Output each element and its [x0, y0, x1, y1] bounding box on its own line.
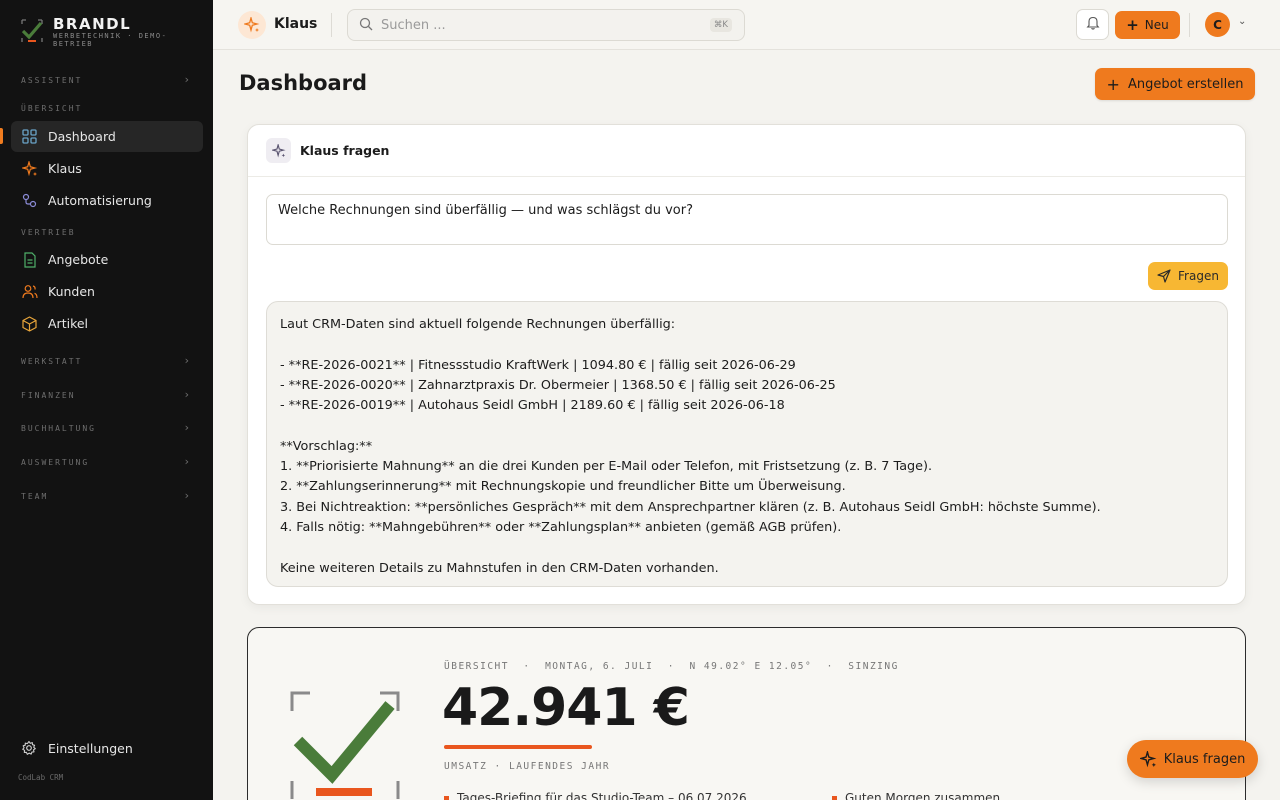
- users-icon: [21, 283, 38, 300]
- sidebar-item-label: Angebote: [48, 252, 109, 267]
- sparkle-icon: [1139, 750, 1157, 768]
- answer-line: 1. **Priorisierte Mahnung** an die drei …: [280, 459, 933, 475]
- answer-line: 4. Falls nötig: **Mahngebühren** oder **…: [280, 519, 842, 535]
- divider: [1189, 13, 1190, 37]
- search-input[interactable]: [381, 17, 691, 33]
- chevron-right-icon[interactable]: ›: [185, 489, 189, 502]
- page-title: Dashboard: [239, 71, 368, 95]
- divider: [331, 13, 332, 37]
- answer-box: Laut CRM-Daten sind aktuell folgende Rec…: [266, 301, 1228, 587]
- sidebar-item-angebote[interactable]: Angebote: [11, 244, 203, 275]
- answer-line: - **RE-2026-0019** | Autohaus Seidl GmbH…: [280, 398, 785, 414]
- search-icon: [359, 16, 373, 35]
- revenue-label: Umsatz · laufendes Jahr: [444, 761, 611, 772]
- checkmark-logo-icon: [290, 691, 400, 799]
- section-vertrieb: Vertrieb: [21, 228, 76, 237]
- sparkle-icon: [21, 160, 38, 177]
- answer-line: [280, 538, 1214, 558]
- sidebar-item-label: Artikel: [48, 316, 89, 331]
- bullet-icon: [444, 795, 449, 800]
- settings-label: Einstellungen: [48, 740, 133, 756]
- overview-card: Übersicht · Montag, 6. Juli · N 49.02° E…: [247, 627, 1246, 800]
- app-name[interactable]: Klaus: [274, 16, 317, 32]
- chevron-right-icon[interactable]: ›: [185, 455, 189, 468]
- brand-subtitle: Werbetechnik · Demo-Betrieb: [53, 32, 168, 48]
- brand-name: BRANDL: [53, 15, 132, 33]
- chevron-right-icon[interactable]: ›: [185, 421, 189, 434]
- brand-check-logo: [21, 19, 43, 42]
- klaus-card: Klaus fragen Welche Rechnungen sind über…: [247, 124, 1246, 605]
- answer-line: 3. Bei Nichtreaktion: **persönliches Ges…: [280, 499, 1101, 515]
- new-button-label: Neu: [1144, 18, 1169, 32]
- sidebar-item-klaus[interactable]: Klaus: [11, 153, 203, 184]
- avatar[interactable]: C: [1205, 12, 1230, 37]
- chevron-right-icon[interactable]: ›: [185, 73, 189, 86]
- answer-line: [280, 335, 1214, 355]
- bullet-icon: [832, 795, 837, 800]
- chevron-right-icon[interactable]: ›: [185, 388, 189, 401]
- question-textarea[interactable]: Welche Rechnungen sind überfällig — und …: [266, 194, 1228, 245]
- section-team[interactable]: Team: [21, 492, 48, 501]
- revenue-value: 42.941 €: [442, 678, 690, 738]
- brand[interactable]: BRANDL Werbetechnik · Demo-Betrieb: [20, 16, 183, 48]
- briefing-item[interactable]: Tages-Briefing für das Studio-Team – 06.…: [444, 791, 747, 800]
- new-button[interactable]: + Neu: [1115, 11, 1180, 39]
- box-icon: [21, 315, 38, 332]
- sparkle-icon: [266, 138, 291, 163]
- section-assistent[interactable]: Assistent: [21, 76, 82, 85]
- section-uebersicht: Übersicht: [21, 104, 83, 113]
- search-box[interactable]: ⌘K: [347, 9, 745, 41]
- sidebar-item-label: Kunden: [48, 284, 95, 299]
- workflow-icon: [21, 192, 38, 209]
- chevron-right-icon[interactable]: ›: [185, 354, 189, 367]
- send-icon: [1157, 269, 1171, 283]
- bell-icon: [1085, 15, 1100, 34]
- sidebar-item-label: Automatisierung: [48, 193, 152, 208]
- floating-klaus-button[interactable]: Klaus fragen: [1127, 740, 1258, 778]
- section-buchhaltung[interactable]: Buchhaltung: [21, 424, 96, 433]
- plus-icon: +: [1106, 74, 1120, 94]
- section-auswertung[interactable]: Auswertung: [21, 458, 89, 467]
- answer-line: [280, 416, 1214, 436]
- answer-line: **Vorschlag:**: [280, 438, 373, 454]
- plus-icon: +: [1126, 16, 1139, 34]
- answer-line: 2. **Zahlungserinnerung** mit Rechnungsk…: [280, 479, 846, 495]
- ask-button-label: Fragen: [1178, 269, 1219, 283]
- sidebar-item-kunden[interactable]: Kunden: [11, 276, 203, 307]
- klaus-logo-icon[interactable]: [238, 11, 266, 39]
- notifications-button[interactable]: [1076, 9, 1109, 40]
- answer-line: Keine weiteren Details zu Mahnstufen in …: [280, 560, 719, 576]
- section-finanzen[interactable]: Finanzen: [21, 391, 76, 400]
- sidebar-item-dashboard[interactable]: Dashboard: [11, 121, 203, 152]
- klaus-card-title: Klaus fragen: [300, 143, 390, 158]
- briefing-item[interactable]: Guten Morgen zusammen: [832, 791, 1000, 800]
- create-offer-button[interactable]: + Angebot erstellen: [1095, 68, 1255, 100]
- accent-underline: [444, 745, 592, 749]
- active-indicator: [0, 128, 3, 144]
- gear-icon: [21, 740, 38, 757]
- chevron-down-icon[interactable]: ⌄: [1238, 16, 1246, 27]
- answer-line: - **RE-2026-0021** | Fitnessstudio Kraft…: [280, 357, 796, 373]
- answer-line: Laut CRM-Daten sind aktuell folgende Rec…: [280, 317, 676, 332]
- sidebar-item-label: Dashboard: [48, 129, 116, 144]
- floating-button-label: Klaus fragen: [1163, 751, 1246, 767]
- footer-text: CodLab CRM: [18, 773, 64, 782]
- sidebar-item-settings[interactable]: Einstellungen: [11, 733, 133, 763]
- overview-meta: Übersicht · Montag, 6. Juli · N 49.02° E…: [444, 661, 899, 672]
- grid-icon: [21, 128, 38, 145]
- briefing-text: Guten Morgen zusammen: [845, 791, 1001, 800]
- search-shortcut: ⌘K: [709, 18, 732, 32]
- create-offer-label: Angebot erstellen: [1127, 76, 1244, 92]
- ask-button[interactable]: Fragen: [1148, 262, 1228, 290]
- answer-line: - **RE-2026-0020** | Zahnarztpraxis Dr. …: [280, 377, 836, 393]
- klaus-card-header: Klaus fragen: [248, 125, 1245, 177]
- sidebar: BRANDL Werbetechnik · Demo-Betrieb Assis…: [0, 0, 213, 800]
- document-icon: [21, 251, 38, 268]
- sidebar-item-label: Klaus: [48, 161, 82, 176]
- topbar: Klaus ⌘K + Neu C ⌄: [213, 0, 1280, 50]
- sidebar-item-automatisierung[interactable]: Automatisierung: [11, 185, 203, 216]
- briefing-text: Tages-Briefing für das Studio-Team – 06.…: [457, 791, 747, 800]
- sidebar-item-artikel[interactable]: Artikel: [11, 308, 203, 339]
- section-werkstatt[interactable]: Werkstatt: [21, 357, 82, 366]
